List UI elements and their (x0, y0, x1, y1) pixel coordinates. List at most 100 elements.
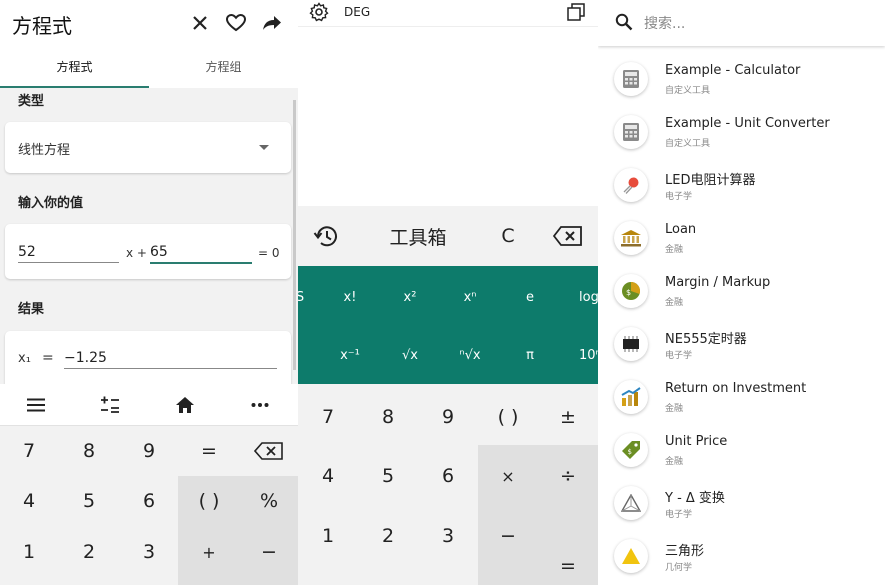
scrollbar[interactable] (293, 100, 296, 370)
key-6[interactable]: 6 (418, 459, 478, 493)
calculator-keypad: 7 8 9 ( ) ± 4 5 6 × ÷ 1 2 3 − = (298, 384, 598, 585)
key-3[interactable]: 3 (418, 519, 478, 553)
equation-panel: 方程式 方程式 方程组 类型 线性方程 输入你的值 52 x + 65 = 0 … (0, 0, 298, 585)
sci-key-nth-root[interactable]: ⁿ√x (440, 340, 500, 370)
item-category: 金融 (665, 298, 684, 308)
calculator-ops-icon (101, 396, 119, 413)
calculator-mode-button[interactable] (98, 393, 122, 417)
key-equals[interactable]: = (538, 549, 598, 583)
item-title: LED电阻计算器 (665, 173, 756, 188)
key-9[interactable]: 9 (418, 400, 478, 434)
triangle-icon (614, 539, 648, 573)
copy-button[interactable] (567, 3, 585, 25)
backspace-button[interactable] (552, 222, 584, 250)
tab-bar: 方程式 方程组 (0, 48, 298, 88)
svg-text:$: $ (628, 448, 632, 456)
more-button[interactable] (248, 393, 272, 417)
backspace-icon (553, 226, 582, 246)
key-4[interactable]: 4 (298, 459, 358, 493)
sci-key-ten-power[interactable]: 10ⁿ (560, 340, 598, 370)
tab-equation[interactable]: 方程式 (0, 48, 149, 88)
toolbox-title[interactable]: 工具箱 (378, 222, 458, 250)
equation-keypad: 7 8 9 = 4 5 6 ( ) % 1 2 3 + − (0, 426, 298, 585)
key-8[interactable]: 8 (60, 434, 118, 468)
chip-icon (614, 327, 648, 361)
key-8[interactable]: 8 (358, 400, 418, 434)
list-item[interactable]: LED电阻计算器 电子学 (598, 159, 885, 212)
sci-key-square[interactable]: x² (380, 282, 440, 312)
key-3[interactable]: 3 (120, 535, 178, 569)
key-1[interactable]: 1 (0, 535, 58, 569)
key-2[interactable]: 2 (60, 535, 118, 569)
triangle-network-icon (614, 486, 648, 520)
key-1[interactable]: 1 (298, 519, 358, 553)
sci-key-power[interactable]: xⁿ (440, 282, 500, 312)
key-4[interactable]: 4 (0, 484, 58, 518)
sci-key-factorial[interactable]: x! (320, 282, 380, 312)
home-button[interactable] (173, 393, 197, 417)
backspace-button[interactable] (240, 434, 298, 468)
key-minus[interactable]: − (240, 535, 298, 569)
item-category: 电子学 (665, 351, 693, 361)
calculator-icon (614, 115, 648, 149)
key-parentheses[interactable]: ( ) (180, 484, 238, 518)
settings-button[interactable] (309, 2, 329, 26)
sci-key-sqrt[interactable]: √x (380, 340, 440, 370)
tools-list: Example - Calculator 自定义工具 Example - Uni… (598, 47, 885, 585)
coefficient-b-input[interactable]: 65 (150, 244, 252, 264)
key-minus[interactable]: − (478, 519, 538, 553)
clear-button[interactable]: C (494, 222, 522, 250)
type-dropdown[interactable]: 线性方程 (5, 122, 291, 173)
item-category: 自定义工具 (665, 86, 711, 96)
key-9[interactable]: 9 (120, 434, 178, 468)
more-horizontal-icon (251, 403, 269, 407)
app-bar: 方程式 (0, 0, 298, 48)
menu-button[interactable] (24, 393, 48, 417)
key-plus-minus[interactable]: ± (538, 400, 598, 434)
search-bar[interactable]: 搜索... (598, 0, 885, 46)
favorite-button[interactable] (224, 11, 248, 35)
list-item[interactable]: NE555定时器 电子学 (598, 318, 885, 371)
key-6[interactable]: 6 (120, 484, 178, 518)
backspace-icon (254, 442, 283, 460)
key-equals[interactable]: = (180, 434, 238, 468)
heart-icon (226, 14, 246, 32)
list-item[interactable]: 三角形 几何学 (598, 530, 885, 583)
list-item[interactable]: Return on Investment 金融 (598, 371, 885, 424)
key-7[interactable]: 7 (298, 400, 358, 434)
key-5[interactable]: 5 (60, 484, 118, 518)
item-category: 几何学 (665, 563, 693, 573)
sci-key-log[interactable]: log (560, 282, 598, 312)
key-2[interactable]: 2 (358, 519, 418, 553)
item-title: Y - Δ 变换 (665, 491, 725, 506)
tab-equation-system[interactable]: 方程组 (149, 48, 298, 88)
key-multiply[interactable]: × (478, 459, 538, 493)
sci-key-reciprocal[interactable]: x⁻¹ (320, 340, 380, 370)
list-item[interactable]: $ Unit Price 金融 (598, 424, 885, 477)
key-5[interactable]: 5 (358, 459, 418, 493)
led-icon (614, 168, 648, 202)
key-divide[interactable]: ÷ (538, 459, 598, 493)
history-button[interactable] (312, 222, 340, 250)
close-button[interactable] (188, 11, 212, 35)
menu-icon (27, 398, 45, 412)
angle-mode-toggle[interactable]: DEG (344, 5, 370, 19)
list-item[interactable]: Example - Calculator 自定义工具 (598, 53, 885, 106)
list-item[interactable]: Y - Δ 变换 电子学 (598, 477, 885, 530)
key-plus[interactable]: + (180, 535, 238, 569)
sci-key-e[interactable]: e (500, 282, 560, 312)
search-input[interactable]: 搜索... (644, 13, 685, 33)
share-icon (263, 16, 281, 30)
coefficient-a-input[interactable]: 52 (18, 244, 119, 263)
key-7[interactable]: 7 (0, 434, 58, 468)
key-parentheses[interactable]: ( ) (478, 400, 538, 434)
close-icon (193, 16, 207, 30)
list-item[interactable]: Example - Unit Converter 自定义工具 (598, 106, 885, 159)
sci-key-pi[interactable]: π (500, 340, 560, 370)
share-button[interactable] (260, 11, 284, 35)
equation-form: 类型 线性方程 输入你的值 52 x + 65 = 0 结果 x₁ = −1.2… (0, 88, 298, 384)
key-percent[interactable]: % (240, 484, 298, 518)
list-item[interactable]: Loan 金融 (598, 212, 885, 265)
list-item[interactable]: $ Margin / Markup 金融 (598, 265, 885, 318)
item-title: NE555定时器 (665, 332, 747, 347)
